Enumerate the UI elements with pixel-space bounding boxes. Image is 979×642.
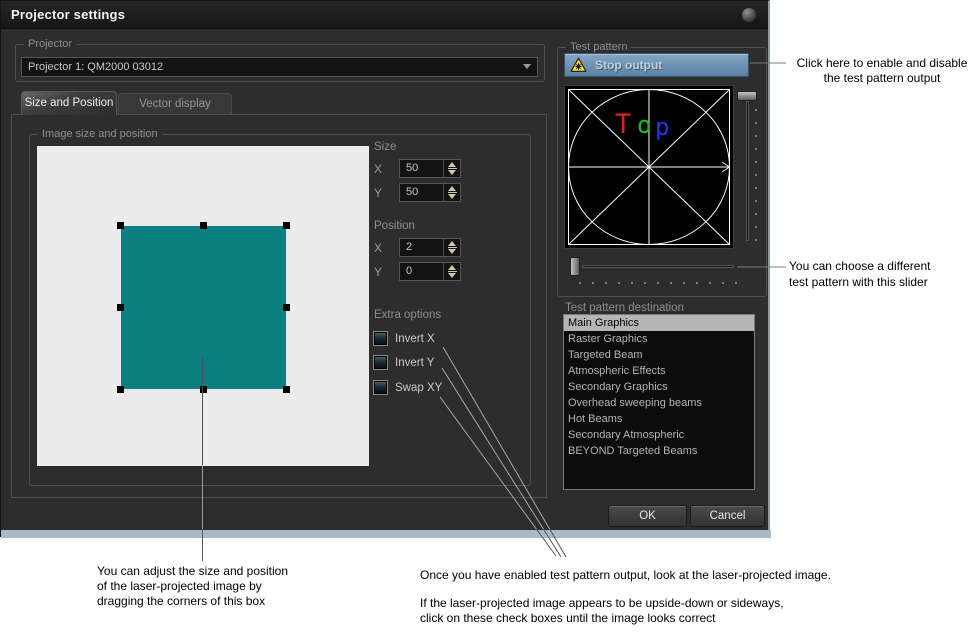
resize-handle-n[interactable]: [200, 222, 207, 229]
pattern-letter-t: T: [615, 109, 631, 140]
test-pattern-preview: T o p: [564, 85, 734, 249]
spin-down-icon[interactable]: [448, 249, 456, 254]
pattern-slider-track[interactable]: [582, 265, 734, 268]
list-item[interactable]: Targeted Beam: [564, 347, 754, 363]
stop-output-button[interactable]: Stop output: [564, 53, 749, 77]
projection-area-box[interactable]: [121, 226, 286, 389]
size-y-label: Y: [374, 186, 382, 200]
invert-y-label: Invert Y: [395, 357, 434, 369]
list-item[interactable]: Secondary Atmospheric: [564, 427, 754, 443]
spin-down-icon[interactable]: [448, 273, 456, 278]
swap-xy-checkbox[interactable]: [373, 380, 388, 395]
spin-up-icon[interactable]: [448, 241, 456, 246]
resize-handle-sw[interactable]: [117, 386, 124, 393]
invert-x-checkbox[interactable]: [373, 331, 388, 346]
spin-up-icon[interactable]: [448, 186, 456, 191]
pattern-letter-p: p: [655, 113, 669, 141]
image-size-group-label: Image size and position: [38, 128, 162, 140]
ok-button[interactable]: OK: [608, 505, 687, 527]
test-pattern-graphic: T o p: [565, 86, 733, 248]
annotation-resize: You can adjust the size and position of …: [97, 564, 337, 609]
spin-down-icon[interactable]: [448, 170, 456, 175]
invert-x-row: Invert X: [373, 331, 435, 346]
resize-handle-e[interactable]: [283, 304, 290, 311]
size-x-value[interactable]: 50: [400, 160, 443, 177]
list-item[interactable]: Hot Beams: [564, 411, 754, 427]
spin-down-icon[interactable]: [448, 194, 456, 199]
list-item[interactable]: BEYOND Targeted Beams: [564, 443, 754, 459]
invert-y-checkbox[interactable]: [373, 355, 388, 370]
dialog-bottom-edge: [1, 530, 771, 538]
position-x-value[interactable]: 2: [400, 239, 443, 256]
swap-xy-row: Swap XY: [373, 380, 442, 395]
chevron-down-icon: [523, 64, 531, 69]
size-y-stepper[interactable]: 50: [399, 183, 461, 202]
laser-warning-icon: [570, 57, 587, 73]
cancel-button[interactable]: Cancel: [690, 505, 765, 527]
projector-select[interactable]: Projector 1: QM2000 03012: [21, 57, 538, 77]
size-section-label: Size: [374, 141, 396, 153]
pattern-vertical-slider-track[interactable]: [746, 101, 749, 241]
projection-canvas[interactable]: [37, 146, 369, 466]
resize-handle-ne[interactable]: [283, 222, 290, 229]
projector-group-label: Projector: [24, 38, 76, 50]
projector-settings-dialog: Projector settings Projector Projector 1…: [0, 0, 770, 537]
size-x-stepper[interactable]: 50: [399, 159, 461, 178]
position-x-label: X: [374, 241, 382, 255]
destination-label: Test pattern destination: [565, 302, 684, 314]
pattern-slider-ticks: [579, 282, 737, 284]
position-x-stepper[interactable]: 2: [399, 238, 461, 257]
list-item[interactable]: Raster Graphics: [564, 331, 754, 347]
stop-output-label: Stop output: [595, 58, 662, 72]
title-bar: Projector settings: [1, 1, 768, 29]
bulb-icon: [742, 8, 756, 22]
list-item[interactable]: Overhead sweeping beams: [564, 395, 754, 411]
dialog-title: Projector settings: [11, 7, 125, 22]
pattern-slider-thumb[interactable]: [570, 257, 580, 276]
page: Projector settings Projector Projector 1…: [0, 0, 979, 642]
tab-size-and-position[interactable]: Size and Position: [21, 91, 117, 115]
position-y-stepper[interactable]: 0: [399, 262, 461, 281]
destination-list: Main Graphics Raster Graphics Targeted B…: [563, 314, 755, 490]
annotation-enable-output: Click here to enable and disable the tes…: [788, 56, 976, 86]
tab-vector-display-settings[interactable]: Vector display settings: [118, 93, 232, 115]
resize-handle-nw[interactable]: [117, 222, 124, 229]
list-item[interactable]: Main Graphics: [564, 315, 754, 331]
annotation-test-output: Once you have enabled test pattern outpu…: [420, 568, 890, 626]
extra-options-label: Extra options: [374, 309, 441, 321]
list-item[interactable]: Secondary Graphics: [564, 379, 754, 395]
test-pattern-group-label: Test pattern: [566, 41, 631, 53]
annotation-slider: You can choose a different test pattern …: [789, 258, 969, 290]
resize-handle-w[interactable]: [117, 304, 124, 311]
size-y-value[interactable]: 50: [400, 184, 443, 201]
spin-up-icon[interactable]: [448, 265, 456, 270]
position-y-value[interactable]: 0: [400, 263, 443, 280]
position-y-label: Y: [374, 265, 382, 279]
invert-x-label: Invert X: [395, 333, 435, 345]
spin-up-icon[interactable]: [448, 162, 456, 167]
pattern-vertical-slider-thumb[interactable]: [737, 91, 757, 101]
position-section-label: Position: [374, 220, 415, 232]
projector-selected-value: Projector 1: QM2000 03012: [28, 61, 163, 73]
resize-handle-s[interactable]: [200, 386, 207, 393]
swap-xy-label: Swap XY: [395, 382, 442, 394]
size-x-label: X: [374, 162, 382, 176]
list-item[interactable]: Atmospheric Effects: [564, 363, 754, 379]
vertical-slider-ticks: [755, 109, 757, 241]
resize-handle-se[interactable]: [283, 386, 290, 393]
invert-y-row: Invert Y: [373, 355, 434, 370]
pattern-letter-o: o: [637, 111, 651, 139]
